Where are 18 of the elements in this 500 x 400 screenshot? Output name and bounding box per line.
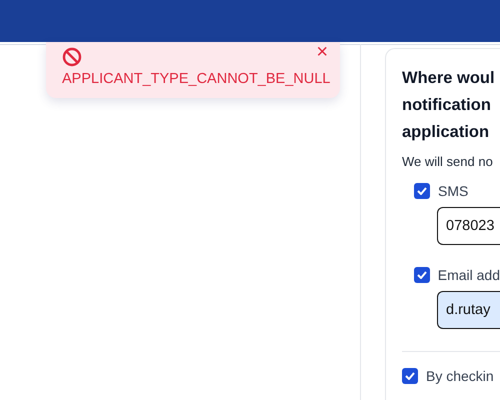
card-heading: notification xyxy=(402,95,492,116)
check-icon xyxy=(417,187,427,195)
checkbox-label: SMS xyxy=(438,183,468,199)
card-heading: application xyxy=(402,122,490,143)
input-field[interactable]: d.rutay xyxy=(437,291,500,329)
checkbox[interactable] xyxy=(402,368,418,384)
card-subtitle: We will send no xyxy=(402,154,494,169)
card-heading: Where woul xyxy=(402,68,496,89)
checkbox[interactable] xyxy=(414,183,430,199)
prohibited-icon xyxy=(62,47,82,67)
input-field[interactable]: 078023 xyxy=(437,207,500,245)
checkbox[interactable] xyxy=(414,267,430,283)
check-icon xyxy=(405,372,415,380)
close-button[interactable]: × xyxy=(314,42,330,62)
checkbox-label: Email add xyxy=(438,267,500,283)
check-icon xyxy=(416,271,427,279)
checkbox-label: By checkin xyxy=(426,368,494,384)
error-message: APPLICANT_TYPE_CANNOT_BE_NULL xyxy=(62,70,330,89)
